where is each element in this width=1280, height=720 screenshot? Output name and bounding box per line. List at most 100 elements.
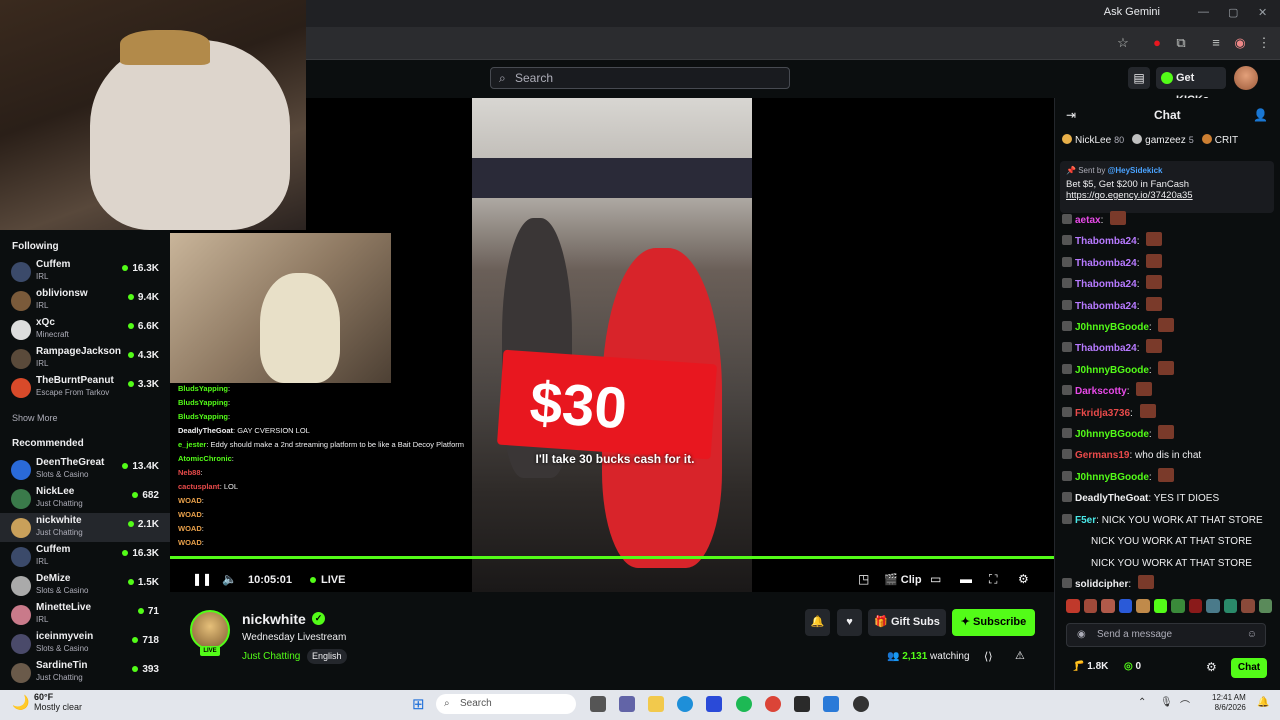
chat-message[interactable]: Germans19: who dis in chat xyxy=(1062,445,1274,466)
fullscreen-icon[interactable]: ⛶ xyxy=(989,572,997,587)
app-icon[interactable] xyxy=(853,696,869,712)
chrome-icon[interactable] xyxy=(765,696,781,712)
more-menu-icon[interactable]: ⋮ xyxy=(1256,35,1272,51)
clip-button[interactable]: 🎬 Clip xyxy=(884,573,922,586)
volume-icon[interactable]: 🔈 xyxy=(222,572,237,586)
language-tag[interactable]: English xyxy=(307,649,347,664)
chat-username[interactable]: Thabomba24 xyxy=(1075,301,1137,312)
chat-username[interactable]: Thabomba24 xyxy=(1075,343,1137,354)
app-icon[interactable] xyxy=(794,696,810,712)
emote-icon[interactable] xyxy=(1083,599,1097,613)
captions-icon[interactable]: ▬ xyxy=(960,572,972,586)
emote-icon[interactable] xyxy=(1241,599,1255,613)
chat-message[interactable]: Thabomba24: xyxy=(1062,274,1274,295)
mic-icon[interactable]: 🎙 xyxy=(1160,697,1173,708)
app-icon[interactable] xyxy=(823,696,839,712)
chat-message[interactable]: Thabomba24: xyxy=(1062,253,1274,274)
chat-message[interactable]: J0hnnyBGoode: xyxy=(1062,317,1274,338)
sidebar-channel[interactable]: oblivionsw IRL 9.4K xyxy=(0,286,170,315)
taskbar-search[interactable]: ⌕ Search xyxy=(436,694,576,714)
chat-message[interactable]: DeadlyTheGoat: YES IT DIOES xyxy=(1062,488,1274,509)
gift-subs-button[interactable]: 🎁 Gift Subs xyxy=(868,609,946,636)
follow-heart-icon[interactable]: ♥ xyxy=(837,609,862,636)
chat-username[interactable]: Thabomba24 xyxy=(1075,236,1137,247)
chat-username[interactable]: Germans19 xyxy=(1075,450,1129,461)
chat-message[interactable]: Thabomba24: xyxy=(1062,338,1274,359)
subscribe-button[interactable]: ✦ Subscribe xyxy=(952,609,1035,636)
system-tray-chevron-icon[interactable]: ⌃ xyxy=(1138,697,1146,708)
channel-points[interactable]: ◎ 0 xyxy=(1124,661,1141,672)
chat-username[interactable]: solidcipher xyxy=(1075,579,1128,590)
show-more-link[interactable]: Show More xyxy=(12,413,58,423)
maximize-icon[interactable]: ▢ xyxy=(1228,6,1238,19)
share-icon[interactable]: ⟨⟩ xyxy=(984,650,993,663)
emote-icon[interactable] xyxy=(1206,599,1220,613)
chat-message[interactable]: Thabomba24: xyxy=(1062,231,1274,252)
chat-username[interactable]: Thabomba24 xyxy=(1075,279,1137,290)
sidebar-channel[interactable]: DeMize Slots & Casino 1.5K xyxy=(0,571,170,600)
sidebar-channel[interactable]: SardineTin Just Chatting 393 xyxy=(0,658,170,687)
notification-bell-icon[interactable]: 🔔 xyxy=(1257,697,1269,708)
media-control-icon[interactable]: ≡ xyxy=(1208,35,1224,51)
emote-bar[interactable] xyxy=(1066,599,1272,615)
sidebar-channel[interactable]: Cuffem IRL 16.3K xyxy=(0,542,170,571)
user-avatar[interactable] xyxy=(1234,66,1258,90)
sidebar-channel[interactable]: xQc Minecraft 6.6K xyxy=(0,315,170,344)
sidebar-channel[interactable]: nickwhite Just Chatting 2.1K xyxy=(0,513,170,542)
emote-icon[interactable] xyxy=(1136,599,1150,613)
chat-message[interactable]: Thabomba24: xyxy=(1062,296,1274,317)
chat-message[interactable]: Darkscotty: xyxy=(1062,381,1274,402)
profile-icon[interactable]: ◉ xyxy=(1232,35,1248,51)
get-kicks-button[interactable]: Get KICKs xyxy=(1156,67,1226,106)
settings-gear-icon[interactable]: ⚙ xyxy=(1018,572,1029,586)
chat-message[interactable]: Fkridja3736: xyxy=(1062,403,1274,424)
browse-icon[interactable]: ▤ xyxy=(1128,67,1150,89)
sidebar-channel[interactable]: DeenTheGreat Slots & Casino 13.4K xyxy=(0,455,170,484)
emote-icon[interactable] xyxy=(1171,599,1185,613)
file-explorer-icon[interactable] xyxy=(648,696,664,712)
emote-icon[interactable] xyxy=(1223,599,1237,613)
stream-category-link[interactable]: Just Chatting xyxy=(242,651,300,662)
chat-settings-gear-icon[interactable]: ⚙ xyxy=(1206,660,1217,674)
chat-username[interactable]: J0hnnyBGoode xyxy=(1075,322,1149,333)
report-flag-icon[interactable]: ⚠ xyxy=(1015,649,1025,662)
sidebar-channel[interactable]: NickLee Just Chatting 682 xyxy=(0,484,170,513)
emote-icon[interactable] xyxy=(1153,599,1167,613)
bookmark-star-icon[interactable]: ☆ xyxy=(1115,35,1131,51)
teams-icon[interactable] xyxy=(619,696,635,712)
chat-username[interactable]: J0hnnyBGoode xyxy=(1075,429,1149,440)
pinned-link[interactable]: https://go.egency.io/37420a35 xyxy=(1066,190,1268,201)
close-icon[interactable]: ✕ xyxy=(1258,6,1267,19)
collapse-chat-icon[interactable]: ⇥ xyxy=(1066,108,1076,122)
leaderboard-entry[interactable]: CRIT xyxy=(1201,134,1241,146)
streamer-name[interactable]: nickwhite xyxy=(242,611,306,627)
windows-start-icon[interactable]: ⊞ xyxy=(412,695,425,713)
chat-message[interactable]: aetax: xyxy=(1062,210,1274,231)
user-settings-icon[interactable]: 👤 xyxy=(1253,108,1268,122)
network-icon[interactable]: ⌒ xyxy=(1180,697,1190,712)
emoji-icon[interactable]: ☺ xyxy=(1247,624,1257,646)
leaderboard-entry[interactable]: gamzeez 5 xyxy=(1132,134,1194,146)
emote-icon[interactable] xyxy=(1066,599,1080,613)
progress-bar[interactable] xyxy=(170,556,1054,559)
chat-message[interactable]: J0hnnyBGoode: xyxy=(1062,467,1274,488)
store-icon[interactable] xyxy=(706,696,722,712)
emote-icon[interactable] xyxy=(1188,599,1202,613)
theater-mode-icon[interactable]: ▭ xyxy=(930,572,941,586)
mini-player-icon[interactable]: ◳ xyxy=(858,572,869,586)
search-input[interactable]: ⌕ Search xyxy=(490,67,790,89)
sidebar-channel[interactable]: MinetteLive IRL 71 xyxy=(0,600,170,629)
extensions-puzzle-icon[interactable]: ⧉ xyxy=(1173,35,1189,51)
chat-username[interactable]: Thabomba24 xyxy=(1075,258,1137,269)
chat-username[interactable]: DeadlyTheGoat xyxy=(1075,493,1148,504)
task-view-icon[interactable] xyxy=(590,696,606,712)
emote-icon[interactable] xyxy=(1258,599,1272,613)
edge-icon[interactable] xyxy=(677,696,693,712)
pause-icon[interactable]: ❚❚ xyxy=(192,572,212,586)
emote-icon[interactable] xyxy=(1101,599,1115,613)
streamer-avatar[interactable] xyxy=(190,610,230,650)
chat-message[interactable]: NICK YOU WORK AT THAT STORE xyxy=(1062,553,1274,574)
taskbar-clock[interactable]: 12:41 AM 8/6/2026 xyxy=(1212,693,1246,713)
minimize-icon[interactable]: — xyxy=(1198,6,1209,18)
chat-username[interactable]: J0hnnyBGoode xyxy=(1075,365,1149,376)
